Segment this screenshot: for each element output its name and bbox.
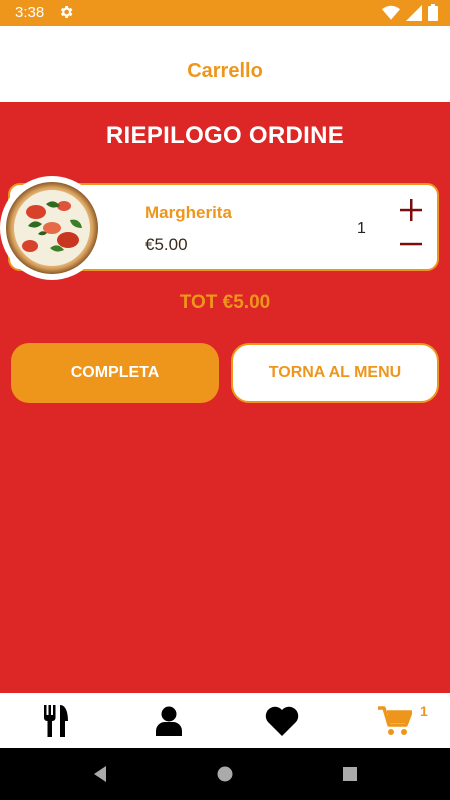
page-title: Carrello	[187, 60, 263, 82]
cart-icon	[378, 706, 412, 735]
home-icon[interactable]	[215, 764, 235, 784]
system-nav-bar	[0, 748, 450, 800]
order-summary-title: RIEPILOGO ORDINE	[105, 122, 345, 149]
recents-icon[interactable]	[340, 764, 360, 784]
back-to-menu-button[interactable]: TORNA AL MENU	[231, 343, 439, 403]
profile-icon	[156, 706, 182, 736]
complete-order-button[interactable]: COMPLETA	[11, 343, 219, 403]
cart-count-badge: 1	[420, 703, 428, 719]
status-time: 3:38	[15, 4, 45, 21]
nav-profile[interactable]	[149, 703, 189, 739]
status-bar: 3:38	[0, 0, 450, 26]
increase-quantity-button[interactable]	[398, 197, 424, 223]
item-image	[0, 176, 104, 280]
wifi-icon	[382, 5, 400, 20]
item-price: €5.00	[145, 235, 188, 254]
nav-cart[interactable]	[375, 703, 415, 739]
pizza-image	[6, 182, 98, 274]
nav-favorites[interactable]	[262, 703, 302, 739]
back-icon[interactable]	[90, 764, 110, 784]
nav-menu[interactable]	[36, 703, 76, 739]
bottom-nav: 1	[0, 693, 450, 748]
app-bar: Carrello	[0, 26, 450, 102]
order-total: TOT €5.00	[179, 292, 271, 313]
signal-icon	[406, 4, 422, 21]
item-quantity: 1	[357, 220, 366, 237]
menu-icon	[44, 705, 68, 737]
item-name: Margherita	[145, 203, 232, 222]
decrease-quantity-button[interactable]	[398, 231, 424, 257]
battery-icon	[428, 4, 438, 21]
favorites-icon	[265, 706, 299, 736]
status-icons	[382, 4, 438, 21]
settings-icon	[60, 6, 73, 18]
